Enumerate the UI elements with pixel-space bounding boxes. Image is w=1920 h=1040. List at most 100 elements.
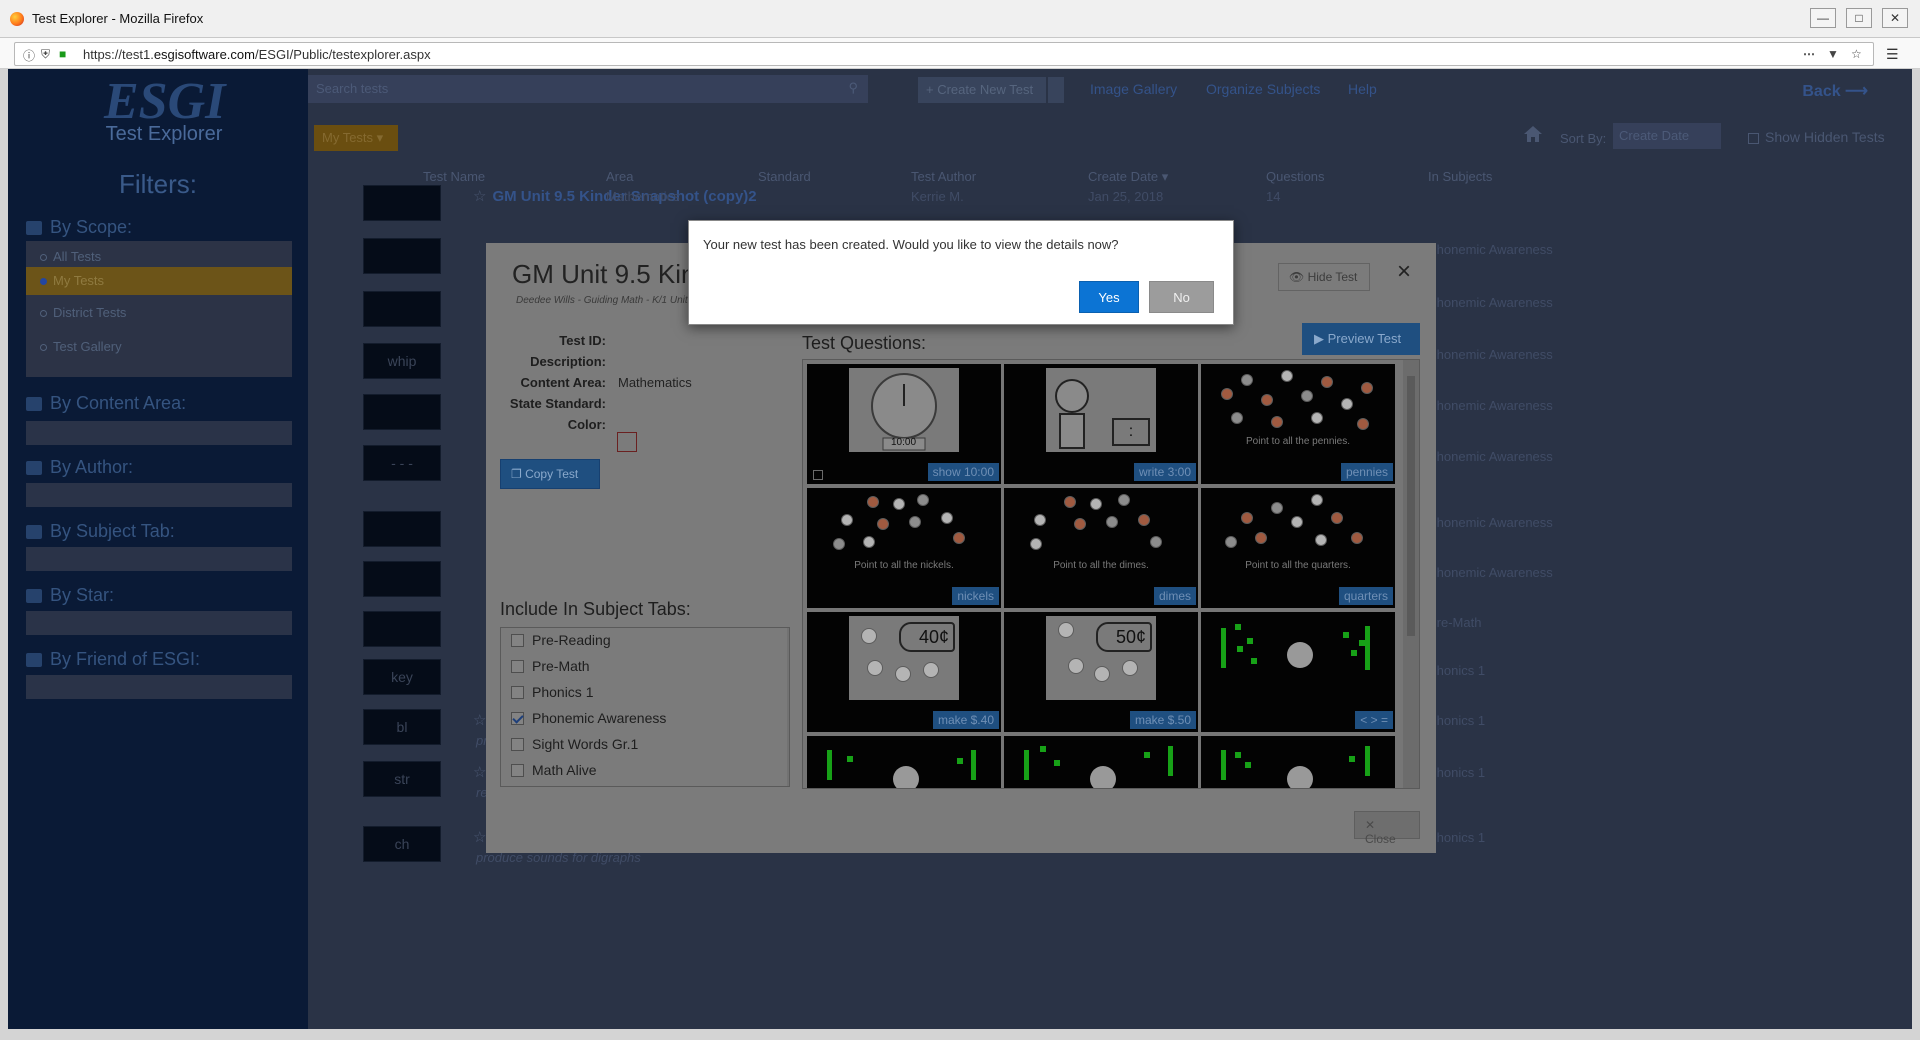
scope-test-gallery[interactable]: Test Gallery [40,339,122,354]
subject-math-alive[interactable]: Math Alive [511,762,597,778]
test-thumbnail[interactable] [363,394,441,430]
subject-sight-words[interactable]: Sight Words Gr.1 [511,736,638,752]
test-thumbnail[interactable]: ch [363,826,441,862]
more-actions-icon[interactable]: ⋯ [1803,47,1815,61]
info-icon[interactable]: ⓘ [23,47,35,64]
questions-scrollbar[interactable] [1403,360,1419,788]
filter-friend-heading[interactable]: By Friend of ESGI: [26,649,200,670]
show-hidden-tests-checkbox[interactable]: Show Hidden Tests [1748,129,1885,145]
checkbox[interactable] [511,634,524,647]
friend-select[interactable] [26,675,292,699]
bookmark-star-icon[interactable]: ☆ [1851,47,1862,61]
no-button[interactable]: No [1149,281,1214,313]
question-card[interactable]: Point to all the dimes. dimes [1004,488,1198,608]
question-card[interactable]: Point to all the nickels. nickels [807,488,1001,608]
content-area-label: Content Area: [520,375,606,390]
sort-by-select[interactable]: Create Date [1613,123,1721,149]
yes-button[interactable]: Yes [1079,281,1139,313]
test-thumbnail[interactable] [363,611,441,647]
question-card[interactable]: 10:00 show 10:00 [807,364,1001,484]
window-title: Test Explorer - Mozilla Firefox [32,11,204,26]
subject-phonemic-awareness[interactable]: Phonemic Awareness [511,710,666,726]
help-link[interactable]: Help [1348,81,1377,97]
search-input[interactable]: Search tests ⚲ [308,75,868,103]
question-card[interactable]: 50¢ make $.50 [1004,612,1198,732]
subject-list-scrollbar[interactable] [787,628,789,786]
test-thumbnail[interactable]: str [363,761,441,797]
coins-image [817,492,991,558]
shield-icon[interactable]: ⛨ [41,47,50,62]
subject-tabs-list: Pre-Reading Pre-Math Phonics 1 Phonemic … [500,627,790,787]
home-icon[interactable] [1523,125,1543,143]
checkbox[interactable] [511,738,524,751]
star-icon[interactable]: ☆ [473,764,486,781]
pocket-icon[interactable]: ▼ [1827,47,1839,61]
test-thumbnail[interactable]: - - - [363,445,441,481]
back-link[interactable]: Back ⟶ [1802,81,1868,101]
question-card[interactable] [1004,736,1198,788]
url-text[interactable]: https://test1.esgisoftware.com/ESGI/Publ… [83,47,431,62]
money-tag-image: 50¢ [1046,616,1156,700]
star-select[interactable] [26,611,292,635]
checkbox[interactable] [511,764,524,777]
subject-pre-reading[interactable]: Pre-Reading [511,632,611,648]
subject-tab-select[interactable] [26,547,292,571]
modal-close-button[interactable]: ✕ Close [1354,811,1420,846]
checkbox-checked[interactable] [511,712,524,725]
cell-subjects: Phonemic Awareness [1428,242,1553,257]
image-gallery-link[interactable]: Image Gallery [1090,81,1177,97]
my-tests-dropdown[interactable]: My Tests ▾ [314,125,398,151]
lock-icon[interactable]: ■ [59,47,66,61]
subject-phonics-1[interactable]: Phonics 1 [511,684,593,700]
cell-subjects: Phonics 1 [1428,765,1486,780]
copy-test-button[interactable]: ❐ Copy Test [500,459,600,489]
star-icon[interactable]: ☆ [473,188,486,205]
test-thumbnail[interactable]: key [363,659,441,695]
minimize-button[interactable]: — [1810,8,1836,28]
scope-district-tests[interactable]: District Tests [40,305,126,320]
esgi-logo: ESGI Test Explorer [104,73,226,146]
create-dropdown-button[interactable] [1048,77,1064,103]
create-new-test-button[interactable]: + Create New Test [918,77,1046,103]
checkbox[interactable] [511,686,524,699]
filter-content-area-heading[interactable]: By Content Area: [26,393,186,414]
test-thumbnail[interactable]: bl [363,709,441,745]
test-thumbnail[interactable] [363,561,441,597]
filter-author-heading[interactable]: By Author: [26,457,133,478]
color-swatch[interactable] [617,432,637,452]
test-thumbnail[interactable]: whip [363,343,441,379]
star-icon[interactable]: ☆ [473,829,486,846]
question-card[interactable]: Point to all the quarters. quarters [1201,488,1395,608]
question-card[interactable]: : write 3:00 [1004,364,1198,484]
question-checkbox[interactable] [813,470,823,480]
test-thumbnail[interactable] [363,238,441,274]
filter-subject-tab-heading[interactable]: By Subject Tab: [26,521,175,542]
maximize-button[interactable]: □ [1846,8,1872,28]
filter-star-heading[interactable]: By Star: [26,585,114,606]
address-bar[interactable]: ⓘ ⛨ ■ https://test1.esgisoftware.com/ESG… [14,42,1874,66]
question-card[interactable]: < > = [1201,612,1395,732]
test-thumbnail[interactable] [363,291,441,327]
organize-subjects-link[interactable]: Organize Subjects [1206,81,1320,97]
content-area-select[interactable] [26,421,292,445]
subject-pre-math[interactable]: Pre-Math [511,658,590,674]
checkbox[interactable] [511,660,524,673]
question-card[interactable] [807,736,1001,788]
question-card[interactable]: 40¢ make $.40 [807,612,1001,732]
close-window-button[interactable]: ✕ [1882,8,1908,28]
star-icon[interactable]: ☆ [473,712,486,729]
modal-close-icon[interactable]: × [1392,260,1416,284]
cell-questions: 14 [1266,189,1281,204]
hamburger-menu-icon[interactable]: ☰ [1886,46,1899,63]
filter-scope-heading[interactable]: By Scope: [26,217,132,238]
question-card[interactable] [1201,736,1395,788]
author-input[interactable] [26,483,292,507]
test-thumbnail[interactable] [363,511,441,547]
color-label: Color: [567,417,606,432]
scope-my-tests[interactable]: My Tests [26,267,292,295]
test-thumbnail[interactable] [363,185,441,221]
question-card[interactable]: Point to all the pennies. pennies [1201,364,1395,484]
scope-all-tests[interactable]: All Tests [40,249,101,264]
preview-test-button[interactable]: ▶ Preview Test [1302,323,1420,355]
hide-test-button[interactable]: 👁 Hide Test [1278,263,1370,291]
